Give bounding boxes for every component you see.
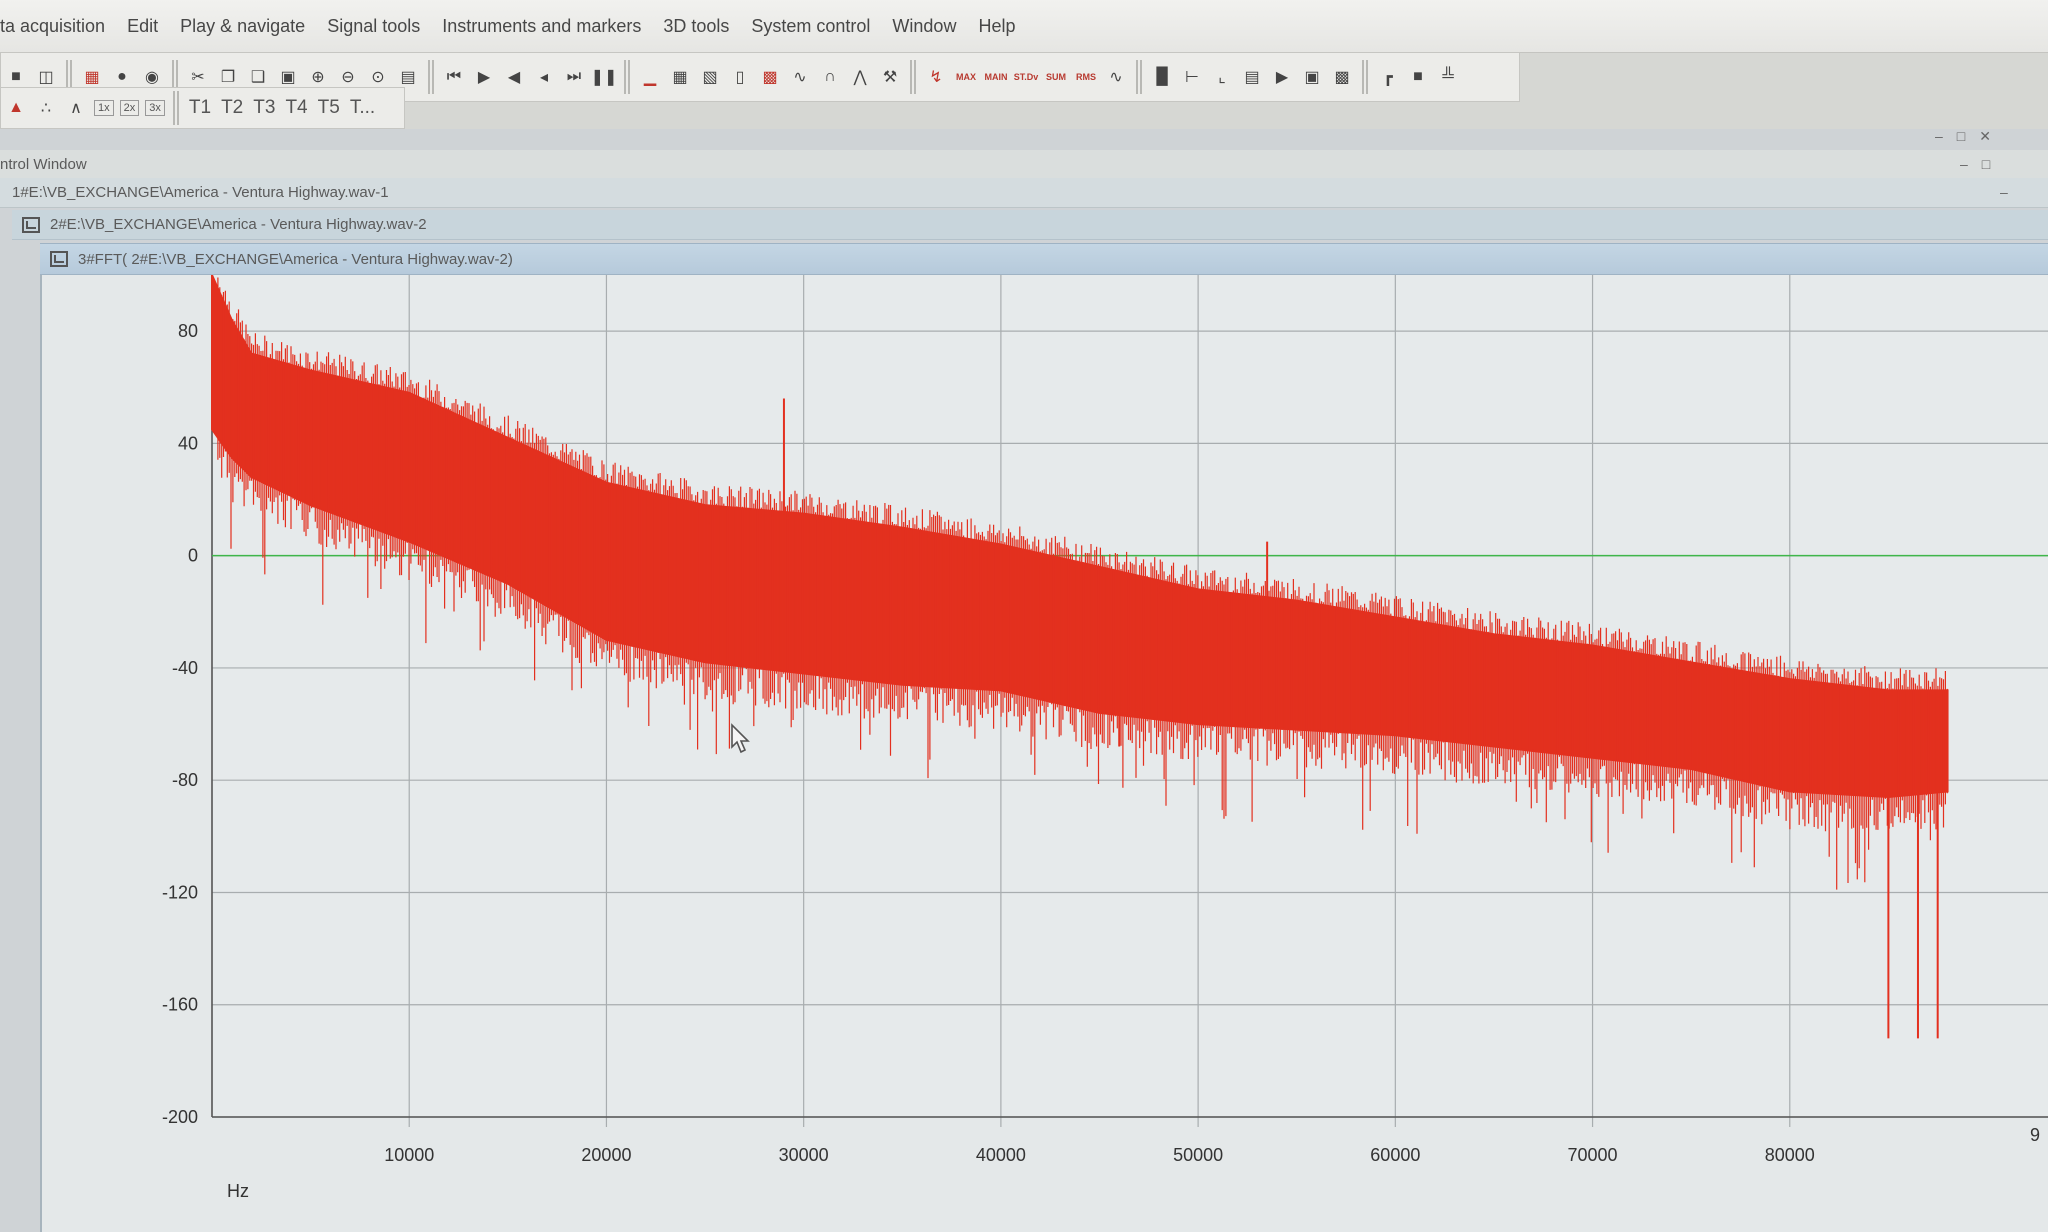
grid-icon[interactable]: ▦ [667,64,693,90]
bars-icon[interactable]: ▯ [727,64,753,90]
signal-window-1-title: 1#E:\VB_EXCHANGE\America - Ventura Highw… [12,184,389,201]
y-tick-label: -80 [172,770,198,790]
mouse-cursor-icon [731,723,750,754]
export-icon[interactable]: ▶ [1269,64,1295,90]
track-toolbar: ▲ ∴ ∧ 1x 2x 3x T1 T2 T3 T4 T5 T... [0,87,405,129]
signal-window-2-titlebar[interactable]: 2#E:\VB_EXCHANGE\America - Ventura Highw… [12,210,2048,240]
fft-icon[interactable]: ▩ [757,64,783,90]
y-tick-label: 0 [188,546,198,566]
control-window-titlebar[interactable]: ntrol Window –□ [0,150,2048,180]
control-window-title: ntrol Window [0,156,87,173]
toolbar-separator [428,60,434,94]
select-area-icon[interactable]: ▣ [1299,64,1325,90]
track-t4-button[interactable]: T4 [285,97,307,119]
axis-icon[interactable]: ⊢ [1179,64,1205,90]
tree-icon[interactable]: ╩ [1435,64,1461,90]
peak-marker-icon[interactable]: ▲ [3,95,29,121]
table-icon[interactable]: ▤ [1239,64,1265,90]
x-tick-label: 50000 [1173,1145,1223,1165]
menu-signal-tools[interactable]: Signal tools [327,16,420,37]
marker-icon[interactable]: ↯ [923,64,949,90]
track-more-button[interactable]: T... [350,97,375,119]
play-icon[interactable]: ▶ [471,64,497,90]
max-button[interactable]: MAX [953,64,979,90]
mdi-window-controls[interactable]: –□✕ [1935,128,2005,145]
stdev-button[interactable]: ST.Dv [1013,64,1039,90]
track-t2-button[interactable]: T2 [221,97,243,119]
fft-chart[interactable]: 80 40 0 -40 -80 -120 -160 -200 10000 20000 30000 40… [42,275,2048,1232]
track-t3-button[interactable]: T3 [253,97,275,119]
skip-end-icon[interactable]: ⏭ [561,64,587,90]
main-button[interactable]: MAIN [983,64,1009,90]
multi-select-icon[interactable]: ▩ [1329,64,1355,90]
menu-system-control[interactable]: System control [751,16,870,37]
signal-window-1-controls[interactable]: – [2000,184,2022,200]
toolbar-separator [910,60,916,94]
curve-icon[interactable]: ∿ [1103,64,1129,90]
fft-window-icon [50,251,68,267]
y-tick-label: -200 [162,1107,198,1127]
envelope-icon[interactable]: ⋀ [847,64,873,90]
x-tick-label: 70000 [1568,1145,1618,1165]
zoom-3x-button[interactable]: 3x [145,100,165,116]
x-tick-label: 9 [2030,1125,2040,1145]
toolbar-separator [1362,60,1368,94]
menu-instruments-markers[interactable]: Instruments and markers [442,16,641,37]
x-tick-label: 30000 [779,1145,829,1165]
y-tick-label: -160 [162,995,198,1015]
toolbar-separator [172,91,179,125]
control-window-controls[interactable]: –□ [1960,156,2004,172]
track-t1-button[interactable]: T1 [189,97,211,119]
toolbar-separator [624,60,630,94]
y-tick-label: 80 [178,321,198,341]
tools-icon[interactable]: ⚒ [877,64,903,90]
y-tick-label: -40 [172,658,198,678]
calculator-icon[interactable]: ▧ [697,64,723,90]
x-tick-label: 20000 [581,1145,631,1165]
spectrum-icon[interactable]: ▁ [637,64,663,90]
menu-edit[interactable]: Edit [127,16,158,37]
y-tick-label: -120 [162,882,198,902]
pause-icon[interactable]: ❚❚ [591,64,618,90]
fft-plot-panel[interactable]: 80 40 0 -40 -80 -120 -160 -200 10000 20000 30000 40… [40,275,2048,1232]
x-axis-label: Hz [227,1181,249,1201]
signal-window-1-titlebar[interactable]: 1#E:\VB_EXCHANGE\America - Ventura Highw… [0,178,2048,208]
menu-data-acquisition[interactable]: ta acquisition [0,16,105,37]
x-tick-label: 40000 [976,1145,1026,1165]
wave-icon[interactable]: ∿ [787,64,813,90]
skip-start-icon[interactable]: ⏮ [441,64,467,90]
x-tick-label: 60000 [1370,1145,1420,1165]
histogram-icon[interactable]: █ [1149,64,1175,90]
zoom-2x-button[interactable]: 2x [119,100,140,116]
filter-icon[interactable]: ∩ [817,64,843,90]
y-tick-label: 40 [178,433,198,453]
menu-help[interactable]: Help [978,16,1015,37]
step-both-icon[interactable]: ◂ [531,64,557,90]
signal-window-2-title: 2#E:\VB_EXCHANGE\America - Ventura Highw… [50,216,427,233]
menu-3d-tools[interactable]: 3D tools [663,16,729,37]
rms-button[interactable]: RMS [1073,64,1099,90]
fft-window-titlebar[interactable]: 3#FFT( 2#E:\VB_EXCHANGE\America - Ventur… [40,243,2048,275]
menu-play-navigate[interactable]: Play & navigate [180,16,305,37]
waveform-window-icon [22,216,40,233]
zoom-1x-button[interactable]: 1x [94,100,114,116]
x-tick-label: 80000 [1765,1145,1815,1165]
menu-window[interactable]: Window [892,16,956,37]
dotted-line-icon[interactable]: ∴ [33,95,59,121]
step-back-icon[interactable]: ◀ [501,64,527,90]
track-t5-button[interactable]: T5 [318,97,340,119]
cascade-icon[interactable]: ■ [1405,64,1431,90]
toolbar-separator [1136,60,1142,94]
x-tick-label: 10000 [384,1145,434,1165]
menu-bar: ta acquisition Edit Play & navigate Sign… [0,0,2048,53]
step-icon[interactable]: ⌞ [1209,64,1235,90]
tile-icon[interactable]: ┏ [1375,64,1401,90]
fft-window-title: 3#FFT( 2#E:\VB_EXCHANGE\America - Ventur… [78,250,513,268]
sum-button[interactable]: SUM [1043,64,1069,90]
line-icon[interactable]: ∧ [63,95,89,121]
